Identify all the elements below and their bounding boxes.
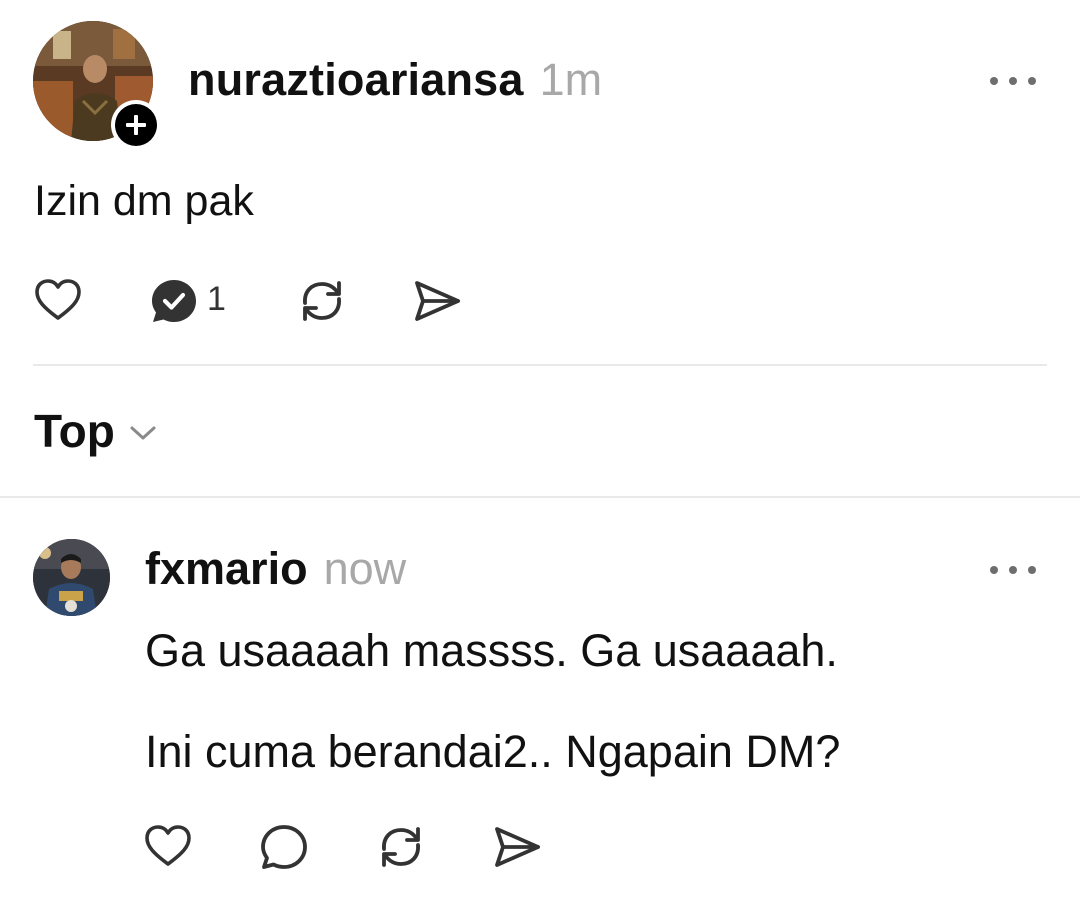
like-button[interactable] [143,822,193,872]
reply-button[interactable] [259,822,311,872]
reply-text-line: Ini cuma berandai2.. Ngapain DM? [145,726,841,777]
reply-author-avatar[interactable] [33,539,110,616]
sort-dropdown[interactable]: Top [34,404,157,458]
more-dot [1028,566,1036,574]
heart-icon [145,825,191,866]
divider [33,364,1047,366]
post-username[interactable]: nuraztioariansa [188,54,524,106]
more-dot [1028,77,1036,85]
more-dot [1009,566,1017,574]
plus-icon [126,115,146,135]
share-button[interactable] [491,822,543,872]
share-button[interactable] [411,276,463,326]
speech-bubble-icon [261,825,307,869]
heart-icon [35,279,81,320]
send-icon [415,281,460,321]
reply-username[interactable]: fxmario [145,543,308,595]
post-text: Izin dm pak [34,177,254,225]
follow-button[interactable] [111,100,161,150]
more-dot [1009,77,1017,85]
more-dot [990,566,998,574]
repost-button[interactable] [375,822,427,872]
sort-label: Top [34,405,115,457]
repost-arrows-icon [382,827,420,867]
reply-text-line: Ga usaaaah massss. Ga usaaaah. [145,625,838,676]
more-dot [990,77,998,85]
repost-button[interactable] [296,276,348,326]
speech-bubble-check-icon [152,280,196,322]
reply-timestamp: now [323,543,407,594]
post-header: nuraztioariansa 1m [188,54,602,106]
post-more-button[interactable] [990,71,1036,91]
like-button[interactable] [33,276,83,326]
reply-count: 1 [207,280,226,318]
avatar-photo [33,539,110,616]
repost-arrows-icon [303,281,341,321]
divider [0,496,1080,498]
post-timestamp: 1m [539,54,603,105]
chevron-down-icon [130,426,156,440]
send-icon [495,827,540,867]
reply-header: fxmario now [145,543,406,595]
reply-button[interactable] [150,277,202,325]
reply-more-button[interactable] [990,560,1036,580]
